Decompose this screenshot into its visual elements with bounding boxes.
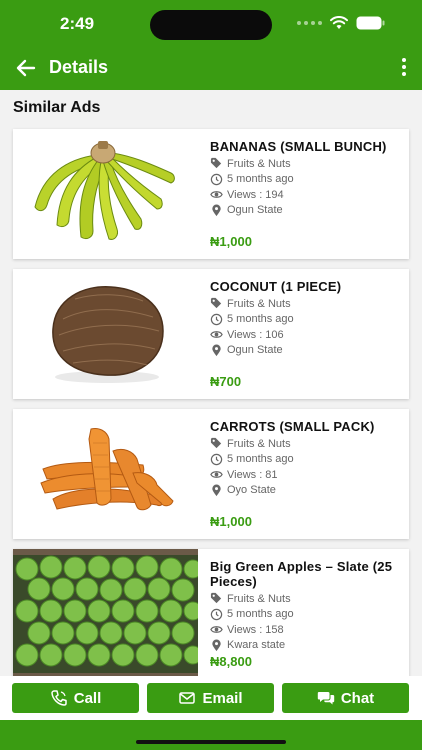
- ad-info: Big Green Apples – Slate (25 Pieces) Fru…: [210, 559, 400, 653]
- coconut-image: [13, 269, 198, 399]
- apples-image: [13, 549, 198, 679]
- ad-title[interactable]: CARROTS (SMALL PACK): [210, 419, 400, 434]
- location-pin-icon: [212, 204, 221, 216]
- clock-icon: [210, 173, 223, 185]
- status-time: 2:49: [60, 14, 95, 33]
- ad-views: Views : 106: [227, 328, 284, 341]
- ad-card[interactable]: COCONUT (1 PIECE) Fruits & Nuts 5 months…: [13, 269, 409, 399]
- clock-icon: [210, 608, 223, 620]
- chat-label: Chat: [340, 689, 375, 707]
- bottom-bar: [0, 720, 422, 750]
- ad-age: 5 months ago: [227, 173, 294, 186]
- ad-price: ₦700: [210, 374, 242, 389]
- ad-location: Kwara state: [227, 639, 286, 652]
- ad-price: ₦1,000: [210, 234, 252, 249]
- eye-icon: [210, 626, 223, 634]
- section-title: Similar Ads: [13, 99, 101, 116]
- page-title: Details: [49, 57, 109, 77]
- more-options-icon[interactable]: [400, 58, 408, 78]
- call-label: Call: [73, 689, 102, 707]
- ad-views: Views : 194: [227, 188, 284, 201]
- ad-location: Oyo State: [227, 484, 276, 497]
- ad-category: Fruits & Nuts: [227, 592, 291, 605]
- dynamic-island: [150, 10, 272, 40]
- nav-row: Details: [0, 50, 422, 86]
- tag-icon: [210, 298, 222, 309]
- ad-title[interactable]: Big Green Apples – Slate (25 Pieces): [210, 559, 400, 589]
- ad-category: Fruits & Nuts: [227, 157, 291, 170]
- location-pin-icon: [212, 484, 221, 496]
- ad-info: COCONUT (1 PIECE) Fruits & Nuts 5 months…: [210, 279, 400, 358]
- envelope-icon: [179, 692, 196, 704]
- ad-category: Fruits & Nuts: [227, 297, 291, 310]
- chat-bubbles-icon: [317, 692, 335, 705]
- ad-price: ₦8,800: [210, 654, 252, 669]
- ad-age: 5 months ago: [227, 608, 294, 621]
- carrots-image: [13, 409, 198, 539]
- ad-card[interactable]: BANANAS (SMALL BUNCH) Fruits & Nuts 5 mo…: [13, 129, 409, 259]
- cellular-signal-icon: [297, 21, 322, 25]
- ad-card[interactable]: CARROTS (SMALL PACK) Fruits & Nuts 5 mon…: [13, 409, 409, 539]
- ad-views: Views : 81: [227, 468, 278, 481]
- ad-age: 5 months ago: [227, 313, 294, 326]
- app-header: 2:49 Details: [0, 0, 422, 90]
- wifi-icon: [330, 16, 348, 29]
- clock-icon: [210, 453, 223, 465]
- ad-card[interactable]: Big Green Apples – Slate (25 Pieces) Fru…: [13, 549, 409, 679]
- ad-price: ₦1,000: [210, 514, 252, 529]
- location-pin-icon: [212, 639, 221, 651]
- chat-button[interactable]: Chat: [282, 683, 409, 713]
- status-bar: 2:49: [0, 0, 422, 46]
- tag-icon: [210, 593, 222, 604]
- ad-age: 5 months ago: [227, 453, 294, 466]
- eye-icon: [210, 471, 223, 479]
- battery-icon: [356, 16, 385, 30]
- call-button[interactable]: Call: [12, 683, 139, 713]
- ad-category: Fruits & Nuts: [227, 437, 291, 450]
- ad-info: BANANAS (SMALL BUNCH) Fruits & Nuts 5 mo…: [210, 139, 400, 218]
- email-button[interactable]: Email: [147, 683, 274, 713]
- home-indicator: [136, 740, 286, 744]
- ad-title[interactable]: BANANAS (SMALL BUNCH): [210, 139, 400, 154]
- ad-location: Ogun State: [227, 344, 283, 357]
- eye-icon: [210, 191, 223, 199]
- status-icons: [297, 16, 386, 30]
- ad-title[interactable]: COCONUT (1 PIECE): [210, 279, 400, 294]
- bananas-image: [13, 129, 198, 259]
- location-pin-icon: [212, 344, 221, 356]
- contact-actions: Call Email Chat: [0, 676, 422, 720]
- tag-icon: [210, 438, 222, 449]
- ad-views: Views : 158: [227, 623, 284, 636]
- email-label: Email: [202, 689, 243, 707]
- tag-icon: [210, 158, 222, 169]
- ad-location: Ogun State: [227, 204, 283, 217]
- ad-info: CARROTS (SMALL PACK) Fruits & Nuts 5 mon…: [210, 419, 400, 498]
- back-arrow-icon[interactable]: [14, 56, 38, 80]
- phone-icon: [50, 690, 67, 706]
- clock-icon: [210, 313, 223, 325]
- eye-icon: [210, 331, 223, 339]
